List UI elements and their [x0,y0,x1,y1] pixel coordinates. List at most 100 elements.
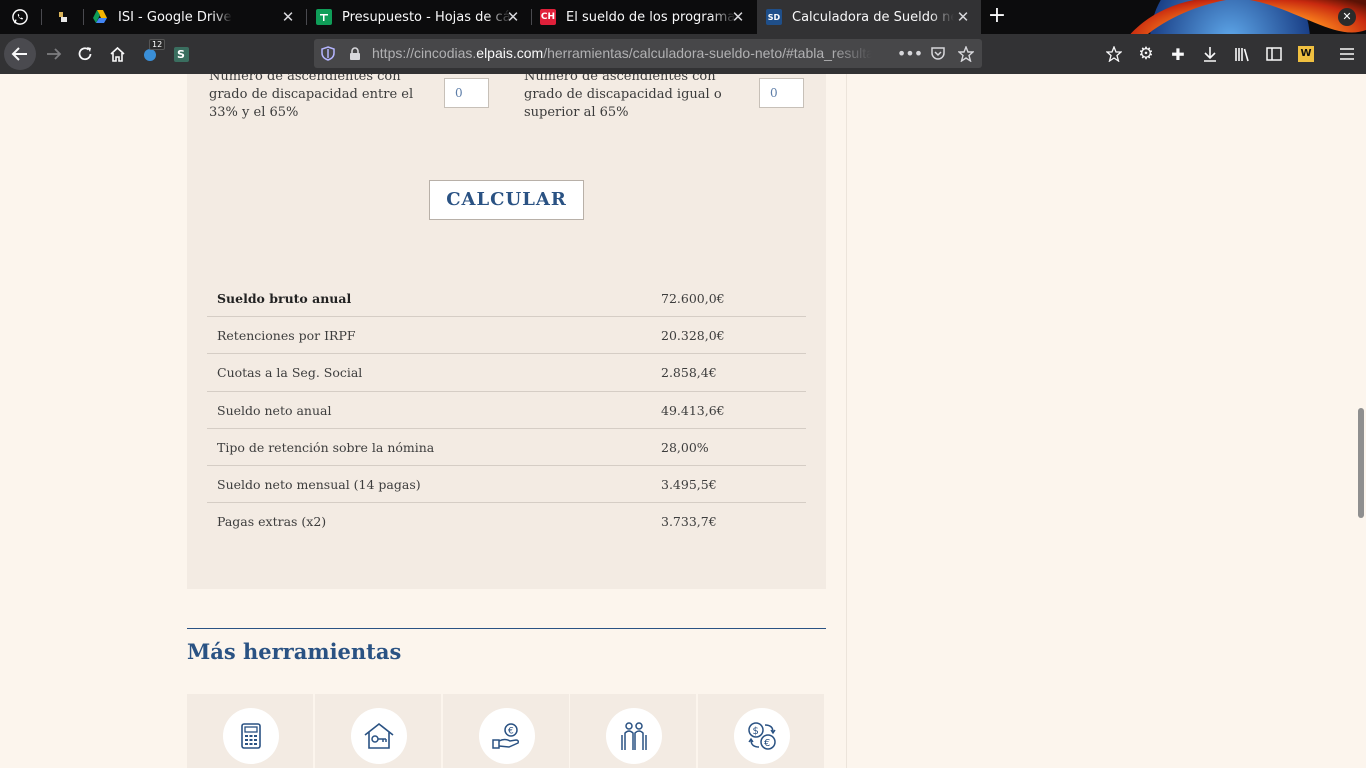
scrollbar-thumb[interactable] [1358,408,1364,518]
tool-card-currency[interactable]: $ € [698,694,824,768]
extension-s-icon: S [173,46,189,62]
tool-card-pension[interactable] [570,694,696,768]
menu-button[interactable] [1333,40,1361,68]
tool-icon-circle: $ € [734,708,790,764]
home-icon [109,46,125,62]
url-prefix: https://cincodias. [372,45,477,61]
reload-button[interactable] [71,40,99,68]
bookmark-star-icon[interactable] [957,45,974,62]
currency-exchange-icon: $€ [748,722,776,750]
result-value: 3.495,5€ [661,476,717,492]
forward-arrow-icon [47,48,62,60]
result-row: Sueldo neto mensual (14 pagas) 3.495,5€ [207,466,806,504]
extensions-button[interactable]: ✚ [1164,40,1192,68]
tab-pinned[interactable] [42,0,82,34]
close-tab-icon[interactable]: ✕ [730,9,746,25]
close-tab-icon[interactable]: ✕ [280,9,296,25]
result-value: 3.733,7€ [661,514,717,530]
lock-icon[interactable] [346,45,363,62]
whatsapp-icon [12,9,28,25]
result-label: Retenciones por IRPF [217,328,356,344]
tab-title: Presupuesto - Hojas de cálc [342,9,512,25]
ascendientes-33-65-input[interactable] [444,78,489,108]
web-page: Número de ascendientes con grado de disc… [0,74,1356,768]
tool-card-calculator[interactable] [187,694,313,768]
tool-card-mortgage[interactable] [315,694,441,768]
tab-calculadora-sueldo[interactable]: SD Calculadora de Sueldo neto ✕ [757,0,981,34]
tab-title: Calculadora de Sueldo neto [792,9,954,25]
tool-icon-circle: € [479,708,535,764]
reload-icon [78,47,92,61]
forward-button[interactable] [40,40,68,68]
tab-sueldo-programadores[interactable]: CH El sueldo de los programad ✕ [532,0,756,34]
hand-euro-icon: € [492,723,519,749]
page-actions-icon[interactable]: ••• [897,44,923,63]
new-tab-button[interactable]: + [985,5,1009,29]
tab-whatsapp[interactable] [0,0,40,34]
extension-button[interactable]: 12 [136,39,166,68]
puzzle-icon: ✚ [1171,44,1185,64]
close-tab-icon[interactable]: ✕ [505,9,521,25]
tool-card-savings[interactable]: € [443,694,569,768]
calculator-panel: Número de ascendientes con grado de disc… [187,74,826,589]
custom-extension-button[interactable]: W [1292,40,1320,68]
tab-google-drive[interactable]: ISI - Google Drive ✕ [84,0,306,34]
page-scrollbar[interactable] [1356,74,1366,768]
pocket-icon[interactable] [929,45,946,62]
url-text[interactable]: https://cincodias.elpais.com/herramienta… [372,45,872,61]
results-table: Sueldo bruto anual 72.600,0€ Retenciones p… [207,280,806,540]
calculator-icon [241,723,261,749]
hamburger-icon [1340,48,1354,60]
tab-presupuesto[interactable]: Presupuesto - Hojas de cálc ✕ [307,0,531,34]
result-label: Sueldo neto anual [217,402,332,418]
result-row: Tipo de retención sobre la nómina 28,00% [207,429,806,466]
sd-icon: SD [766,9,782,25]
ch-icon: CH [540,9,556,25]
result-value: 20.328,0€ [661,328,725,344]
elderly-couple-icon [621,722,647,750]
library-shelf-button[interactable] [1228,40,1256,68]
sidebar-icon [1266,47,1282,61]
back-button[interactable] [4,38,36,70]
downloads-button[interactable] [1196,40,1224,68]
result-value: 28,00% [661,439,709,455]
result-row: Pagas extras (x2) 3.733,7€ [207,503,806,540]
tool-icon-circle [223,708,279,764]
more-tools-grid: € $ € [187,694,826,768]
close-tab-icon[interactable]: ✕ [955,9,971,25]
extension-s-button[interactable]: S [167,40,195,68]
back-arrow-icon [11,47,27,61]
result-label: Tipo de retención sobre la nómina [217,439,435,455]
tracking-protection-shield-icon[interactable] [319,45,336,62]
library-icon [1234,48,1249,62]
tab-title: El sueldo de los programad [566,9,736,25]
house-key-icon [364,722,394,749]
sidebar-button[interactable] [1260,40,1288,68]
address-bar[interactable]: https://cincodias.elpais.com/herramienta… [314,39,982,68]
gear-icon: ⚙ [1138,44,1154,64]
home-button[interactable] [103,40,131,68]
ascendientes-33-65-label: Número de ascendientes con grado de disc… [209,74,414,120]
result-label: Sueldo bruto anual [217,291,352,306]
svg-text:€: € [508,727,514,737]
result-row: Cuotas a la Seg. Social 2.858,4€ [207,354,806,392]
result-value: 72.600,0€ [661,291,725,306]
close-window-button[interactable]: ✕ [1338,8,1356,26]
result-label: Pagas extras (x2) [217,514,327,530]
result-row: Sueldo bruto anual 72.600,0€ [207,280,806,318]
extension-w-icon: W [1298,46,1314,62]
ascendientes-65-label: Número de ascendientes con grado de disc… [524,74,722,120]
google-drive-icon [92,9,108,25]
library-button[interactable] [1100,40,1128,68]
calcular-button[interactable]: CALCULAR [429,180,584,220]
google-sheets-icon [316,9,332,25]
url-path: /herramientas/calculadora-sueldo-neto/#t… [543,45,872,61]
more-tools-heading: Más herramientas [187,639,402,664]
tool-icon-circle [351,708,407,764]
pinned-tab-icon [54,9,70,25]
ascendientes-65-input[interactable] [759,78,804,108]
section-divider [187,628,826,629]
settings-extension-button[interactable]: ⚙ [1132,40,1160,68]
notification-badge: 12 [149,39,166,50]
svg-text:€: € [764,738,770,749]
